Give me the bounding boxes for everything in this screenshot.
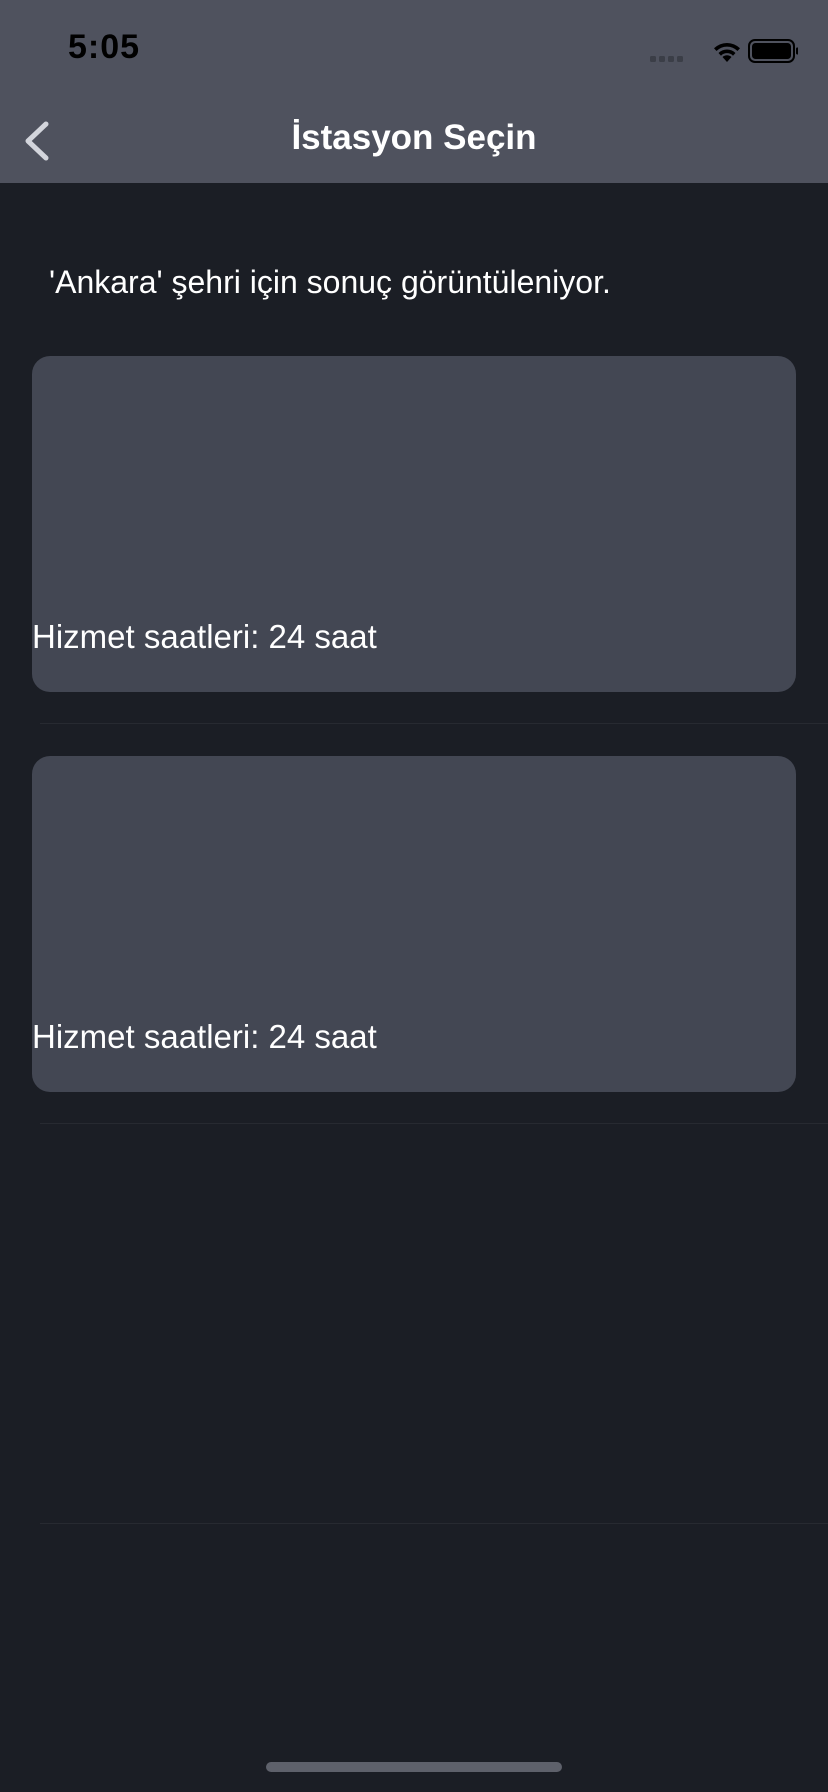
home-indicator[interactable]: [266, 1762, 562, 1772]
station-row: Hizmet saatleri: 24 saat: [0, 356, 828, 756]
station-card[interactable]: Hizmet saatleri: 24 saat: [32, 756, 796, 1092]
service-hours-label: Hizmet saatleri: 24 saat: [32, 1018, 377, 1055]
battery-icon: [748, 39, 798, 63]
status-bar-time: 5:05: [68, 28, 141, 66]
result-info-text: 'Ankara' şehri için sonuç görüntüleniyor…: [49, 264, 611, 300]
service-hours-label: Hizmet saatleri: 24 saat: [32, 618, 377, 655]
row-divider: [40, 723, 828, 724]
row-divider: [40, 1123, 828, 1124]
status-bar-icons: [650, 39, 798, 63]
row-divider: [40, 1523, 828, 1524]
wifi-icon: [714, 42, 740, 62]
page-title: İstasyon Seçin: [291, 118, 537, 157]
station-card[interactable]: Hizmet saatleri: 24 saat: [32, 356, 796, 692]
station-row: Hizmet saatleri: 24 saat: [0, 756, 828, 1156]
navigation-header: 5:05 İstasyon Seçin: [0, 0, 828, 183]
cellular-signal-icon: [650, 56, 683, 62]
